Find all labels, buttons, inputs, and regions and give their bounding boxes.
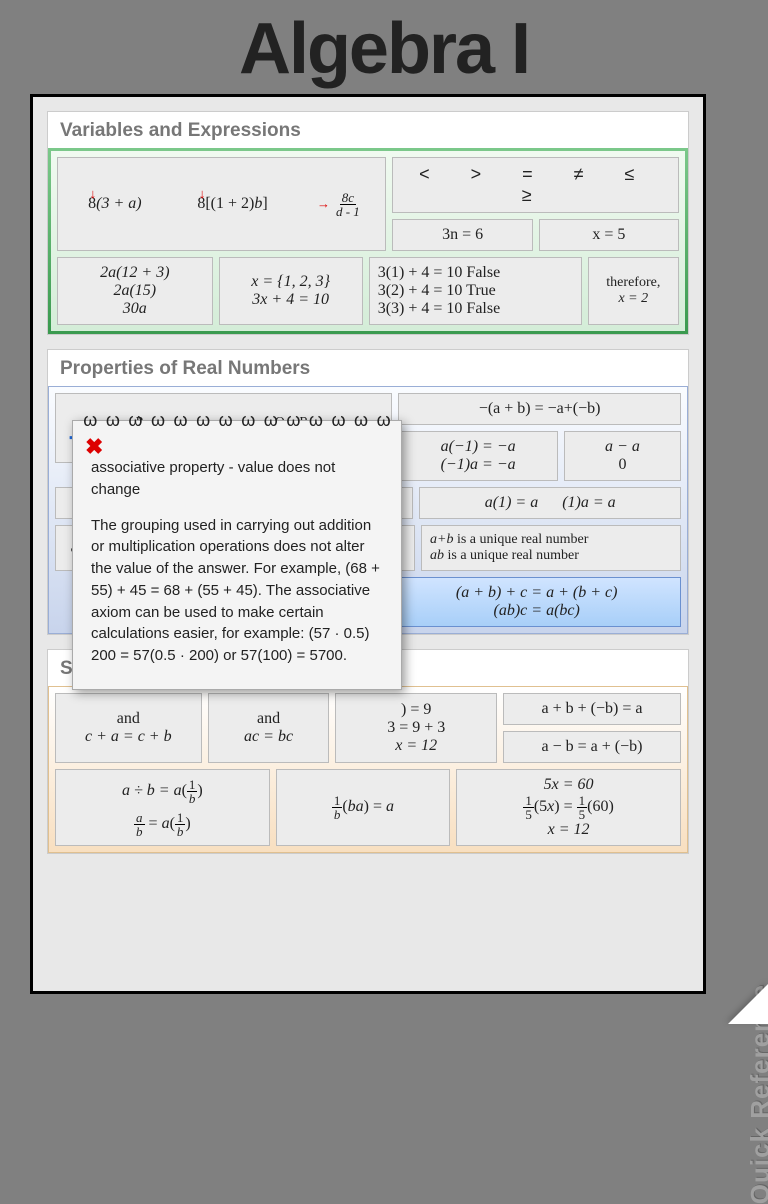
mult-identity: a(1) = a (1)a = a [419,487,681,519]
popup-body: The grouping used in carrying out additi… [91,515,383,667]
page-curl-icon[interactable] [728,984,768,1024]
solve-example-1: ) = 9 3 = 9 + 3 x = 12 [335,693,496,763]
section-header-properties: Properties of Real Numbers [48,350,688,386]
equation-x5: x = 5 [539,219,679,251]
section-variables: Variables and Expressions ↓8(3 + a) ↓8[(… [47,111,689,335]
spiral-binding-icon: ωωωωωωωωωωωωωω [73,407,401,427]
section-header-variables: Variables and Expressions [48,112,688,148]
definition-popup: ωωωωωωωωωωωωωω ✖ associative property - … [72,420,402,690]
mult-neg1: a(−1) = −a (−1)a = −a [398,431,558,481]
arrow-down-icon: ↓ [90,186,97,201]
division-def: a ÷ b = a(1b) ab = a(1b) [55,769,270,846]
page-title: Algebra I [0,0,768,94]
simplify-example: 2a(12 + 3) 2a(15) 30a [57,257,213,325]
arrow-down-icon: ↓ [199,186,206,201]
solve-example-2: 5x = 60 15(5x) = 15(60) x = 12 [456,769,681,846]
a-minus-a: a − a 0 [564,431,681,481]
mult-equality: and ac = bc [208,693,330,763]
reciprocal-identity: 1b(ba) = a [276,769,450,846]
addition-equality: and c + a = c + b [55,693,202,763]
equation-3n: 3n = 6 [392,219,532,251]
popup-title: associative property - value does not ch… [91,457,383,501]
negation-distributive: −(a + b) = −a+(−b) [398,393,681,425]
additive-inverse: a + b + (−b) = a [503,693,681,725]
closure-property: a+b is a unique real number ab is a uniq… [421,525,681,571]
subtraction-def: a − b = a + (−b) [503,731,681,763]
substitution-check: 3(1) + 4 = 10 False 3(2) + 4 = 10 True 3… [369,257,582,325]
set-example: x = {1, 2, 3} 3x + 4 = 10 [219,257,363,325]
expression-examples: ↓8(3 + a) ↓8[(1 + 2)b] →8cd - 1 [57,157,386,251]
conclusion: therefore, x = 2 [588,257,679,325]
close-icon[interactable]: ✖ [85,431,103,463]
associative-property[interactable]: (a + b) + c = a + (b + c) (ab)c = a(bc) [392,577,681,627]
comparison-symbols: < > = ≠ ≤ ≥ [392,157,679,213]
arrow-right-icon: → [317,196,330,212]
